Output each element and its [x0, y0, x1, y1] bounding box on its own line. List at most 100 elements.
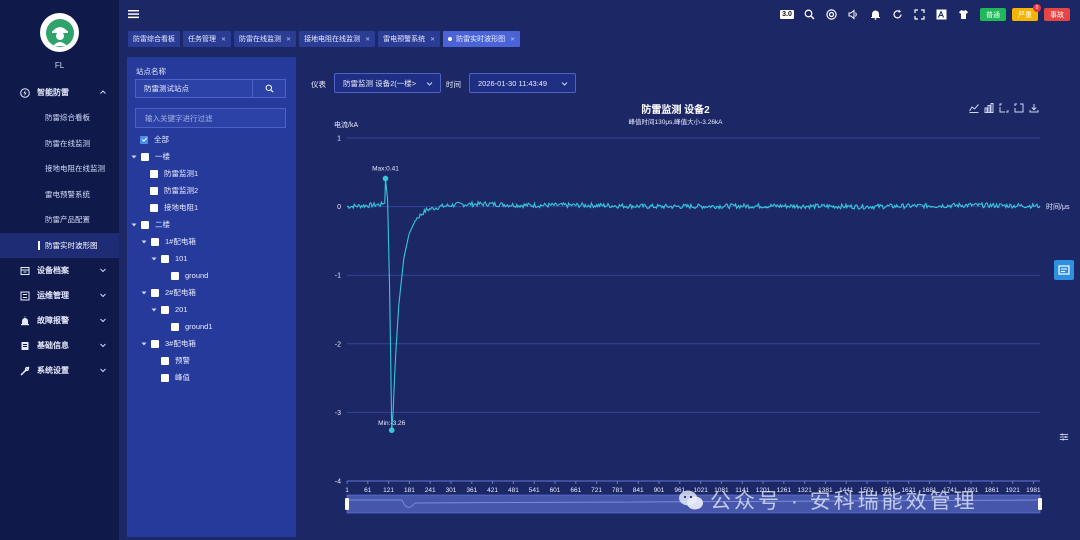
menu-toggle-icon[interactable] — [128, 9, 139, 19]
x-tick-label: 781 — [612, 487, 623, 494]
tab-task-management[interactable]: 任务管理 ✕ — [183, 31, 232, 47]
tree-node-ground[interactable]: ground — [171, 267, 208, 284]
tree-node-box1[interactable]: 1#配电箱 — [141, 233, 196, 250]
checkbox[interactable] — [141, 152, 149, 161]
caret-down-icon[interactable] — [141, 290, 147, 296]
help-icon[interactable] — [820, 7, 842, 22]
checkbox-checked-icon[interactable] — [140, 135, 148, 144]
close-icon[interactable]: ✕ — [221, 36, 226, 43]
tab-label: 防雷实时波形图 — [456, 36, 506, 43]
tree-label: 全部 — [154, 135, 169, 144]
sidebar-nav: 智能防雷 防雷综合看板 防雷在线监测 接地电阻在线监测 雷电预警系统 防雷产品配… — [0, 80, 119, 383]
close-icon[interactable]: ✕ — [286, 36, 291, 43]
lightning-shield-icon — [20, 87, 30, 98]
nav-group-device-archive[interactable]: 设备档案 — [0, 258, 119, 283]
tree-filter-input[interactable]: 输入关键字进行过滤 — [135, 108, 286, 128]
sidebar-item-product-config[interactable]: 防雷产品配置 — [0, 207, 119, 233]
nav-group-maintenance[interactable]: 运维管理 — [0, 283, 119, 308]
x-tick-label: 721 — [591, 487, 602, 494]
sidebar-item-lightning-online[interactable]: 防雷在线监测 — [0, 131, 119, 157]
side-panel-toggle-button[interactable] — [1054, 260, 1074, 280]
sidebar-item-realtime-waveform[interactable]: 防雷实时波形图 — [0, 232, 119, 258]
caret-down-icon[interactable] — [151, 256, 157, 262]
sidebar-item-lightning-dashboard[interactable]: 防雷综合看板 — [0, 105, 119, 131]
fullscreen-icon[interactable] — [908, 7, 930, 22]
tree-node-device[interactable]: 防雷监测1 — [150, 165, 198, 182]
tree-node-box3[interactable]: 3#配电箱 — [141, 335, 196, 352]
tree-node-peak[interactable]: 峰值 — [161, 369, 190, 386]
checkbox[interactable] — [151, 339, 159, 348]
tree-label: 防雷监测1 — [164, 169, 199, 178]
y-tick-label: 1 — [337, 136, 341, 143]
close-icon[interactable]: ✕ — [510, 36, 515, 43]
tab-lightning-dashboard[interactable]: 防雷综合看板 — [128, 31, 180, 47]
close-icon[interactable]: ✕ — [430, 36, 435, 43]
nav-group-label: 系统设置 — [37, 366, 69, 375]
nav-group-basic-info[interactable]: 基础信息 — [0, 333, 119, 358]
caret-down-icon[interactable] — [141, 341, 147, 347]
checkbox[interactable] — [161, 254, 169, 263]
badge-count: 0 — [1033, 4, 1041, 12]
font-size-icon[interactable] — [930, 7, 952, 22]
tree-node-warning[interactable]: 预警 — [161, 352, 190, 369]
station-search-button[interactable] — [252, 79, 285, 98]
checkbox[interactable] — [171, 271, 179, 280]
caret-down-icon[interactable] — [131, 154, 137, 160]
refresh-icon[interactable] — [886, 7, 908, 22]
x-tick-label: 181 — [404, 487, 415, 494]
checkbox[interactable] — [161, 373, 169, 382]
zoom-handle-right[interactable] — [1038, 498, 1042, 510]
caret-down-icon[interactable] — [141, 239, 147, 245]
tab-realtime-waveform[interactable]: 防雷实时波形图 ✕ — [443, 31, 521, 47]
checkbox[interactable] — [171, 322, 179, 331]
tree-node-room101[interactable]: 101 — [151, 250, 188, 267]
checkbox[interactable] — [150, 203, 158, 212]
volume-icon[interactable] — [842, 7, 864, 22]
y-tick-label: -2 — [335, 341, 341, 348]
tab-lightning-online[interactable]: 防雷在线监测 ✕ — [234, 31, 297, 47]
search-icon[interactable] — [798, 7, 820, 22]
checkbox[interactable] — [151, 288, 159, 297]
x-tick-label: 481 — [508, 487, 519, 494]
bell-icon[interactable] — [864, 7, 886, 22]
nav-group-fault-alarm[interactable]: 故障报警 — [0, 308, 119, 333]
tab-ground-resistance[interactable]: 接地电阻在线监测 ✕ — [299, 31, 376, 47]
zoom-handle-left[interactable] — [345, 498, 349, 510]
checkbox[interactable] — [161, 305, 169, 314]
waveform-chart[interactable]: 1 0 -1 -2 -3 -4 电流/kA 时间/μs 1 61 121 181 241 301 361 42… — [302, 57, 1070, 524]
version-button[interactable]: 3.0 — [776, 7, 798, 22]
sidebar-item-ground-resistance[interactable]: 接地电阻在线监测 — [0, 156, 119, 182]
tree-node-device[interactable]: 接地电阻1 — [150, 199, 198, 216]
y-tick-label: 0 — [337, 204, 341, 211]
tree-node-room201[interactable]: 201 — [151, 301, 188, 318]
accident-alarm-badge[interactable]: 事故 — [1044, 8, 1070, 21]
theme-shirt-icon[interactable] — [952, 7, 974, 22]
checkbox[interactable] — [151, 237, 159, 246]
tree-node-device[interactable]: 防雷监测2 — [150, 182, 198, 199]
tree-node-floor2[interactable]: 二楼 — [131, 216, 170, 233]
avatar[interactable] — [40, 13, 79, 52]
tree-node-all[interactable]: 全部 — [140, 131, 169, 148]
tree-node-ground1[interactable]: ground1 — [171, 318, 213, 335]
nav-group-smart-lightning[interactable]: 智能防雷 — [0, 80, 119, 105]
station-search[interactable]: 防雷测试站点 — [135, 79, 286, 98]
tree-node-box2[interactable]: 2#配电箱 — [141, 284, 196, 301]
normal-alarm-badge[interactable]: 普通 — [980, 8, 1006, 21]
checkbox[interactable] — [161, 356, 169, 365]
checkbox[interactable] — [150, 186, 158, 195]
checkbox[interactable] — [141, 220, 149, 229]
caret-down-icon[interactable] — [151, 307, 157, 313]
filter-settings-button[interactable] — [1057, 430, 1070, 443]
tab-warning-system[interactable]: 雷电预警系统 ✕ — [378, 31, 441, 47]
sidebar-item-warning-system[interactable]: 雷电预警系统 — [0, 182, 119, 208]
report-icon — [1058, 265, 1070, 275]
tree-node-floor1[interactable]: 一楼 — [131, 148, 170, 165]
chevron-down-icon — [100, 293, 106, 298]
close-icon[interactable]: ✕ — [365, 36, 370, 43]
archive-icon — [20, 266, 30, 276]
checkbox[interactable] — [150, 169, 158, 178]
caret-down-icon[interactable] — [131, 222, 137, 228]
username: FL — [54, 61, 65, 70]
nav-group-system-settings[interactable]: 系统设置 — [0, 358, 119, 383]
serious-alarm-badge[interactable]: 严重 0 — [1012, 4, 1041, 21]
